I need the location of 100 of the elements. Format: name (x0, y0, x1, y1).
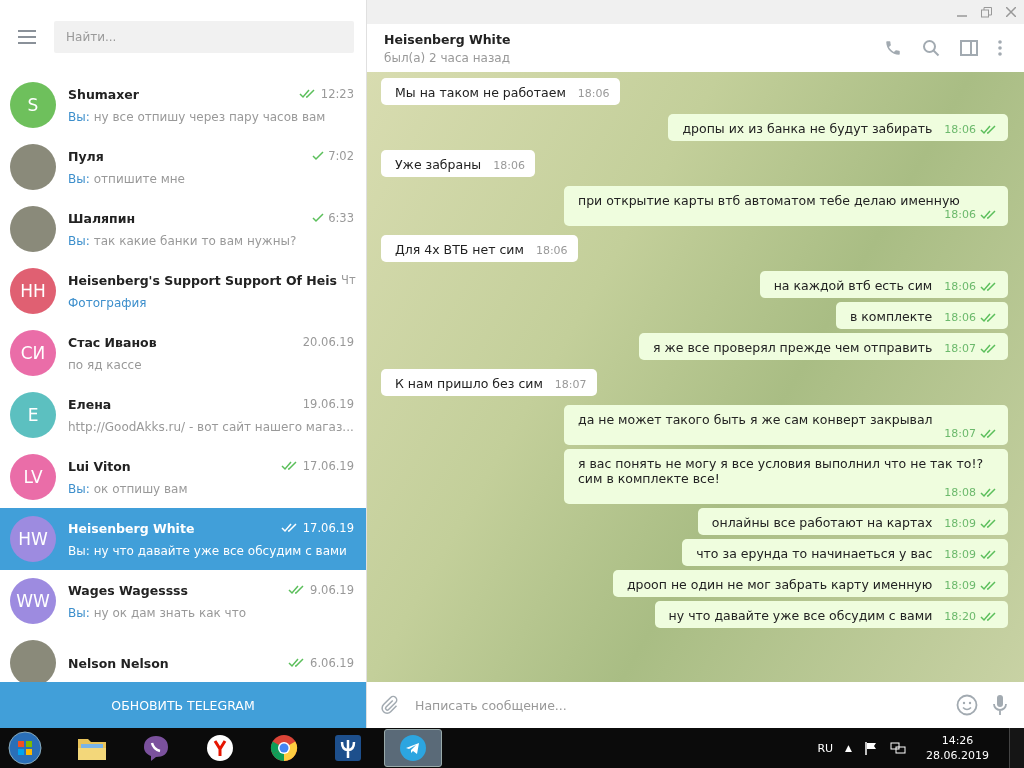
message-preview: http://GoodAkks.ru/ - вот сайт нашего магаз... (68, 419, 354, 434)
speech-bubble-icon (142, 734, 170, 762)
chat-list-item[interactable]: СИ Стас Иванов 20.06.19 по яд кассе (0, 322, 366, 384)
avatar: LV (10, 454, 56, 500)
language-indicator[interactable]: RU (817, 741, 834, 755)
paperclip-icon[interactable] (379, 695, 399, 715)
chat-name: Шаляпин (68, 210, 137, 226)
message-text: да не может такого быть я же сам конверт закрывал (578, 412, 934, 427)
message-time: 18:07 (944, 342, 976, 355)
smiley-icon[interactable] (956, 694, 978, 716)
menu-icon[interactable] (18, 30, 36, 44)
message-time: 18:06 (535, 244, 568, 257)
search-field[interactable]: Найти... (54, 21, 354, 53)
message-preview: Вы: отпишите мне (68, 171, 186, 186)
chat-list-item[interactable]: WW Wages Wagessss 9.06.19 Вы: ну ок дам знать как что (0, 570, 366, 632)
trident-icon (334, 734, 362, 762)
message-time: 18:07 (944, 427, 976, 440)
chat-time: Чт (341, 273, 356, 287)
start-button[interactable] (8, 731, 42, 765)
chat-time: 12:23 (320, 87, 354, 101)
network-icon[interactable] (890, 741, 906, 755)
chat-title: Heisenberg White (384, 31, 512, 47)
avatar: СИ (10, 330, 56, 376)
search-icon[interactable] (922, 39, 940, 57)
message-time: 18:20 (944, 610, 976, 623)
photo-placeholder (10, 144, 56, 190)
avatar: Е (10, 392, 56, 438)
chat-list-item[interactable]: Шаляпин 6:33 Вы: так какие банки то вам нужны? (0, 198, 366, 260)
message-text: К нам пришло без сим (395, 376, 543, 391)
chrome-icon (270, 734, 298, 762)
chat-name: Heisenberg White (68, 520, 196, 536)
message-time: 18:06 (944, 280, 976, 293)
paper-plane-icon (399, 734, 427, 762)
chat-name: Nelson Nelson (68, 655, 170, 671)
photo-placeholder (10, 640, 56, 682)
avatar: HH (10, 268, 56, 314)
chat-name: Shumaxer (68, 86, 140, 102)
chat-name: Пуля (68, 148, 105, 164)
avatar: WW (10, 578, 56, 624)
chat-name: Елена (68, 396, 113, 412)
chat-time: 20.06.19 (302, 335, 354, 349)
close-icon[interactable] (1006, 7, 1016, 17)
chat-name: Lui Viton (68, 458, 132, 474)
message-preview: Вы: ну все отпишу через пару часов вам (68, 109, 327, 124)
message-text: онлайны все работают на картах (711, 515, 933, 530)
message-text: я вас понять не могу я все условия выполнил что не так то!? сим в комплекте все! (578, 456, 985, 486)
message-time: 18:06 (577, 87, 610, 100)
message-text: я же все проверял прежде чем отправить (653, 340, 933, 355)
message-text: Для 4х ВТБ нет сим (395, 242, 524, 257)
message-text: на каждой втб есть сим (773, 278, 933, 293)
photo-placeholder (10, 206, 56, 252)
chat-time: 6:33 (328, 211, 354, 225)
message-text: Мы на таком не работаем (395, 85, 566, 100)
chat-time: 7:02 (328, 149, 354, 163)
message-time: 18:06 (944, 208, 976, 221)
message-text: что за ерунда то начинаеться у вас (696, 546, 933, 561)
message-time: 18:06 (944, 311, 976, 324)
chat-name: Heisenberg's Support Support Of Heis (68, 272, 338, 288)
message-text: дрооп не один не мог забрать карту именную (626, 577, 933, 592)
chat-time: 19.06.19 (302, 397, 354, 411)
message-preview: по яд кассе (68, 357, 143, 372)
chat-name: Стас Иванов (68, 334, 158, 350)
tray-expand-button[interactable]: ▲ (845, 743, 852, 753)
microphone-icon[interactable] (992, 694, 1008, 716)
clock-time: 14:26 (941, 734, 974, 747)
chat-list-item[interactable]: Пуля 7:02 Вы: отпишите мне (0, 136, 366, 198)
message-preview: Вы: ок отпишу вам (68, 481, 189, 496)
browser-icon (206, 734, 234, 762)
chat-time: 9.06.19 (310, 583, 354, 597)
sidebar-toggle-icon[interactable] (960, 40, 978, 56)
message-time: 18:09 (944, 517, 976, 530)
last-seen-status: был(а) 2 часа назад (384, 50, 511, 65)
chat-time: 17.06.19 (302, 521, 354, 535)
message-preview: Вы: ну ок дам знать как что (68, 605, 247, 620)
chat-list-item[interactable]: S Shumaxer 12:23 Вы: ну все отпишу через пару часов вам (0, 74, 366, 136)
show-desktop-button[interactable] (1009, 728, 1024, 768)
phone-icon[interactable] (884, 39, 902, 57)
more-options-icon[interactable] (998, 40, 1002, 56)
message-text: Уже забраны (395, 157, 482, 172)
clock[interactable]: 14:26 28.06.2019 (926, 734, 989, 762)
chat-list-item[interactable]: LV Lui Viton 17.06.19 Вы: ок отпишу вам (0, 446, 366, 508)
message-text: ну что давайте уже все обсудим с вами (668, 608, 933, 623)
chat-time: 6.06.19 (310, 656, 354, 670)
chat-time: 17.06.19 (302, 459, 354, 473)
chat-list-item[interactable]: Е Елена 19.06.19 http://GoodAkks.ru/ - вот сайт нашего магаз... (0, 384, 366, 446)
message-preview: Вы: так какие банки то вам нужны? (68, 233, 298, 248)
restore-icon[interactable] (981, 6, 992, 18)
message-time: 18:08 (944, 486, 976, 499)
chat-list-item[interactable]: HH Heisenberg's Support Support Of Heis Чт Фотография (0, 260, 366, 322)
avatar: HW (10, 516, 56, 562)
avatar: S (10, 82, 56, 128)
clock-date: 28.06.2019 (926, 749, 989, 762)
message-text: при открытие карты втб автоматом тебе делаю именную (578, 193, 961, 208)
message-text: дропы их из банка не будут забирать (682, 121, 933, 136)
flag-icon[interactable] (864, 741, 878, 755)
message-time: 18:09 (944, 579, 976, 592)
message-preview: Фотография (68, 295, 148, 310)
message-preview: Вы: ну что давайте уже все обсудим с вами (68, 543, 348, 558)
chat-name: Wages Wagessss (68, 582, 189, 598)
message-time: 18:06 (493, 159, 525, 172)
